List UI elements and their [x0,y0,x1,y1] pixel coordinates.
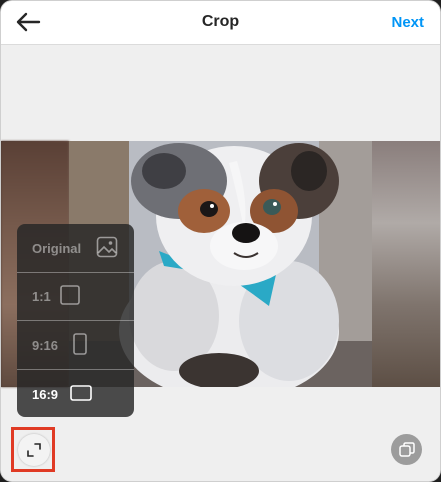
ratio-option-original[interactable]: Original [17,224,134,273]
background-blur-right [372,141,440,387]
multiple-images-icon [398,441,415,457]
image-icon [96,236,118,258]
landscape-rect-icon [70,385,92,401]
ratio-label-1-1: 1:1 [32,288,51,304]
expand-arrows-icon [27,443,41,457]
crop-dialog: Crop Next Original 1:1 9:16 16:9 [0,0,441,482]
ratio-label-16-9: 16:9 [32,386,59,402]
header-bar: Crop Next [1,1,440,45]
portrait-rect-icon [73,333,87,355]
square-icon [60,285,80,305]
ratio-label-original: Original [32,240,82,256]
ratio-option-16-9[interactable]: 16:9 [17,370,134,417]
page-title: Crop [201,13,240,30]
select-crop-button[interactable] [18,434,50,466]
select-multiple-button[interactable] [391,434,422,465]
next-button[interactable]: Next [391,14,424,31]
ratio-option-1-1[interactable]: 1:1 [17,272,134,321]
ratio-option-9-16[interactable]: 9:16 [17,321,134,370]
ratio-label-9-16: 9:16 [32,337,59,353]
aspect-ratio-menu: Original 1:1 9:16 16:9 [17,224,134,417]
